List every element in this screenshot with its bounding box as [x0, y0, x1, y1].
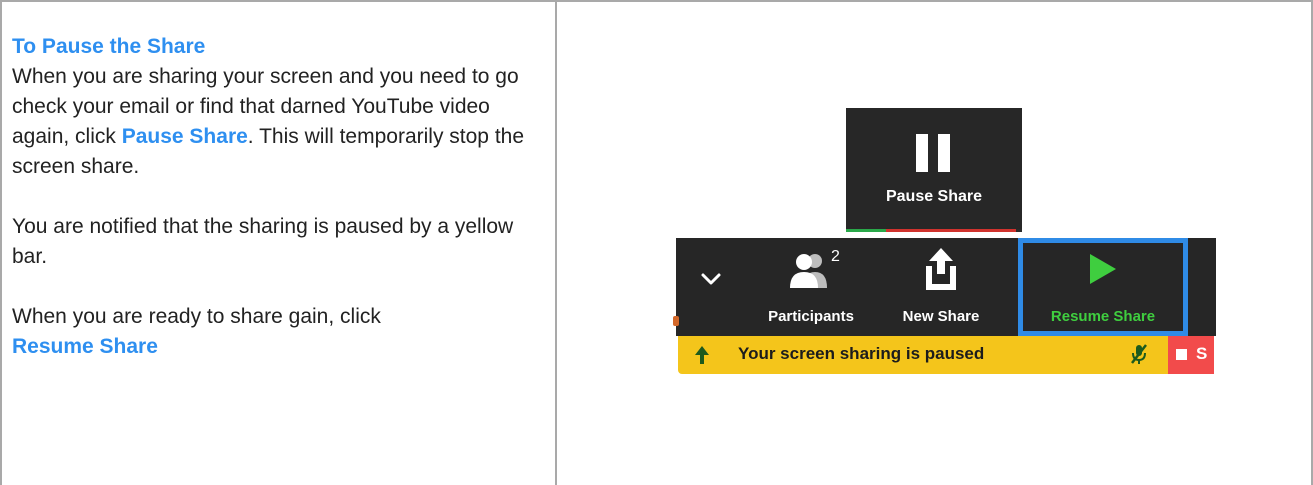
pause-share-label: Pause Share [885, 188, 983, 205]
stop-icon [1176, 349, 1187, 360]
resume-share-highlight [1018, 238, 1188, 336]
resume-share-keyword: Resume Share [12, 335, 158, 358]
pause-share-keyword: Pause Share [121, 125, 248, 148]
table-left-border [0, 0, 2, 485]
section-heading: To Pause the Share [12, 35, 206, 58]
participants-label: Participants [768, 308, 854, 325]
share-upload-icon [926, 248, 956, 290]
participants-count: 2 [831, 248, 840, 265]
new-share-button[interactable]: New Share [881, 238, 1001, 336]
chevron-down-icon[interactable] [700, 272, 722, 286]
stop-share-button[interactable]: S [1168, 336, 1214, 374]
pause-share-button[interactable]: Pause Share [846, 108, 1022, 232]
arrow-up-icon[interactable] [692, 345, 712, 365]
pause-paragraph: When you are sharing your screen and you… [12, 62, 547, 182]
resume-paragraph-text: When you are ready to share gain, click [12, 305, 381, 328]
participants-button[interactable]: 2 Participants [751, 238, 871, 336]
pause-icon [916, 134, 950, 172]
meeting-toolbar: 2 Participants New Share Resume Share [673, 238, 1216, 336]
new-share-label: New Share [902, 308, 980, 325]
resume-paragraph: When you are ready to share gain, click … [12, 302, 547, 362]
notify-paragraph: You are notified that the sharing is pau… [12, 215, 514, 268]
pause-share-underline [846, 229, 1022, 232]
resume-share-button[interactable]: Resume Share [1018, 238, 1188, 336]
paused-banner: Your screen sharing is paused [678, 336, 1168, 374]
stop-share-label: S [1196, 344, 1208, 363]
instructions-cell: To Pause the Share When you are sharing … [12, 32, 547, 362]
toolbar-edge-marker [673, 316, 679, 326]
zoom-screenshot: Pause Share 2 Participants New Share Res… [556, 2, 1311, 485]
mic-muted-icon[interactable] [1130, 343, 1148, 365]
paused-banner-text: Your screen sharing is paused [738, 344, 985, 363]
participants-icon [790, 254, 827, 288]
